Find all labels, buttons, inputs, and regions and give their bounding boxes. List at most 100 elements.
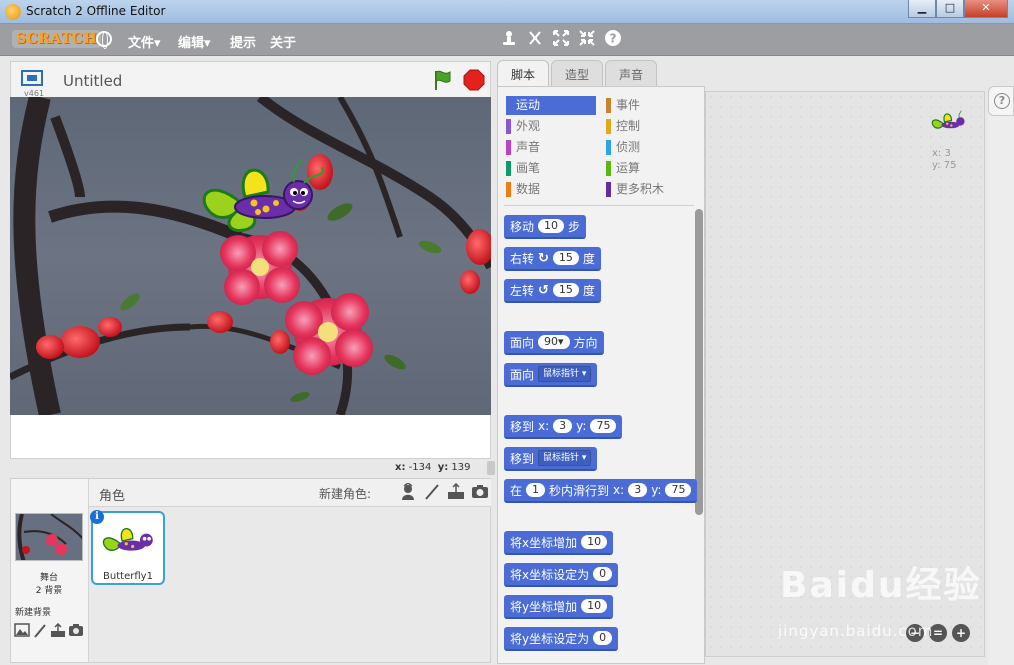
mouse-y: 139 [451, 462, 471, 473]
sprite-y: 75 [943, 160, 957, 171]
paint-brush-icon[interactable] [32, 623, 48, 639]
block-move-steps[interactable]: 移动 10 步 [504, 215, 587, 239]
help-icon[interactable]: ? [604, 29, 622, 47]
goto-y-input[interactable]: 75 [590, 419, 617, 433]
category-sensing[interactable]: 侦测 [606, 138, 696, 157]
maximize-button[interactable]: □ [936, 0, 964, 18]
menu-edit[interactable]: 编辑▾ [178, 32, 211, 51]
block-set-x[interactable]: 将x坐标设定为 0 [504, 563, 619, 587]
window-title-bar: Scratch 2 Offline Editor ▁ □ ✕ [0, 0, 1014, 24]
sprite-position: x: 3 y: 75 [932, 148, 957, 171]
category-looks[interactable]: 外观 [506, 117, 596, 136]
scratch-logo[interactable]: SCRATCH [12, 30, 102, 48]
rotate-ccw-icon: ↺ [538, 282, 549, 298]
tab-scripts[interactable]: 脚本 [497, 60, 550, 86]
block-set-y[interactable]: 将y坐标设定为 0 [504, 627, 619, 651]
help-tab[interactable]: ? [988, 86, 1014, 116]
stage-canvas[interactable] [10, 97, 491, 415]
sprite-library-icon[interactable] [399, 482, 417, 501]
set-x-input[interactable]: 0 [593, 567, 613, 581]
rotate-cw-icon: ↻ [538, 250, 549, 266]
glide-y-input[interactable]: 75 [665, 483, 692, 497]
goto-x-input[interactable]: 3 [553, 419, 573, 433]
stage-bottom-area [10, 415, 491, 459]
stage-thumbnail[interactable] [15, 513, 83, 561]
sprite-x: 3 [944, 148, 951, 159]
stage-selector[interactable]: 舞台 2 背景 新建背景 [11, 479, 89, 662]
backdrop-library-icon[interactable] [14, 623, 30, 639]
move-steps-input[interactable]: 10 [538, 219, 565, 233]
project-title[interactable]: Untitled [63, 72, 122, 90]
language-globe-icon[interactable] [96, 31, 112, 49]
change-y-input[interactable]: 10 [581, 599, 608, 613]
category-more-blocks[interactable]: 更多积木 [606, 180, 696, 199]
green-flag-icon[interactable] [431, 69, 453, 91]
stop-sign-icon[interactable] [463, 69, 485, 91]
tab-sounds[interactable]: 声音 [605, 60, 658, 86]
goto-dropdown[interactable]: 鼠标指针 ▾ [538, 450, 592, 466]
block-change-x[interactable]: 将x坐标增加 10 [504, 531, 614, 555]
block-glide[interactable]: 在 1 秒内滑行到 x: 3 y: 75 [504, 479, 698, 503]
stage-header: v461 Untitled [10, 61, 491, 98]
editor-tabs: 脚本 造型 声音 [497, 60, 659, 86]
category-events[interactable]: 事件 [606, 96, 696, 115]
block-palette: 运动 事件 外观 控制 声音 侦测 画笔 运算 数据 更多积木 移动 10 步 右转… [497, 86, 705, 664]
sprite-tile[interactable]: i Butterfly1 [90, 510, 165, 585]
block-turn-right[interactable]: 右转 ↻ 15 度 [504, 247, 601, 271]
category-operators[interactable]: 运算 [606, 159, 696, 178]
svg-text:?: ? [610, 32, 617, 46]
glide-secs-input[interactable]: 1 [526, 483, 546, 497]
stage-label: 舞台 [39, 573, 58, 583]
question-icon: ? [994, 93, 1010, 109]
mouse-coords: x: -134 y: 139 [395, 462, 471, 473]
grow-icon[interactable] [552, 29, 570, 47]
cut-icon[interactable] [526, 29, 544, 47]
menu-tips[interactable]: 提示 [230, 32, 256, 51]
sprites-label: 角色 [99, 489, 126, 504]
window-controls: ▁ □ ✕ [908, 0, 1008, 18]
point-towards-dropdown[interactable]: 鼠标指针 ▾ [538, 366, 592, 382]
shrink-icon[interactable] [578, 29, 596, 47]
sprite-library-pane: 舞台 2 背景 新建背景 角色 新建角色: i Butterfly1 [10, 478, 491, 663]
new-sprite-tools [399, 482, 489, 501]
butterfly-sprite[interactable] [190, 157, 330, 237]
turn-right-input[interactable]: 15 [552, 251, 579, 265]
baidu-watermark: Baidu经验 [780, 565, 982, 606]
category-pen[interactable]: 画笔 [506, 159, 596, 178]
zoom-in-button[interactable]: + [952, 624, 970, 642]
turn-left-input[interactable]: 15 [552, 283, 579, 297]
presentation-mode-icon[interactable] [21, 70, 43, 86]
category-control[interactable]: 控制 [606, 117, 696, 136]
block-goto[interactable]: 移到 鼠标指针 ▾ [504, 447, 598, 471]
direction-dropdown[interactable]: 90▾ [538, 335, 570, 349]
tab-costumes[interactable]: 造型 [551, 60, 604, 86]
menu-about[interactable]: 关于 [270, 32, 296, 51]
change-x-input[interactable]: 10 [581, 535, 608, 549]
backdrop-count: 2 背景 [35, 586, 63, 596]
glide-x-input[interactable]: 3 [628, 483, 648, 497]
upload-icon[interactable] [50, 622, 66, 639]
category-data[interactable]: 数据 [506, 180, 596, 199]
duplicate-icon[interactable] [500, 29, 518, 47]
collapse-stage-handle[interactable] [487, 461, 495, 475]
stage-backdrop [10, 97, 491, 415]
paint-new-sprite-icon[interactable] [423, 483, 441, 501]
block-turn-left[interactable]: 左转 ↺ 15 度 [504, 279, 601, 303]
block-point-towards[interactable]: 面向 鼠标指针 ▾ [504, 363, 598, 387]
close-button[interactable]: ✕ [964, 0, 1008, 18]
block-point-in-direction[interactable]: 面向 90▾ 方向 [504, 331, 604, 355]
upload-sprite-icon[interactable] [447, 482, 465, 501]
block-change-y[interactable]: 将y坐标增加 10 [504, 595, 614, 619]
right-panel-edge [988, 116, 1014, 665]
menu-file[interactable]: 文件▾ [128, 32, 161, 51]
window-title: Scratch 2 Offline Editor [26, 4, 166, 18]
palette-scrollbar[interactable] [695, 209, 703, 515]
palette-divider [504, 205, 694, 206]
category-motion[interactable]: 运动 [506, 96, 596, 115]
set-y-input[interactable]: 0 [593, 631, 613, 645]
block-goto-xy[interactable]: 移到 x: 3 y: 75 [504, 415, 623, 439]
camera-icon[interactable] [68, 623, 84, 639]
camera-sprite-icon[interactable] [471, 483, 489, 501]
category-sound[interactable]: 声音 [506, 138, 596, 157]
minimize-button[interactable]: ▁ [908, 0, 936, 18]
